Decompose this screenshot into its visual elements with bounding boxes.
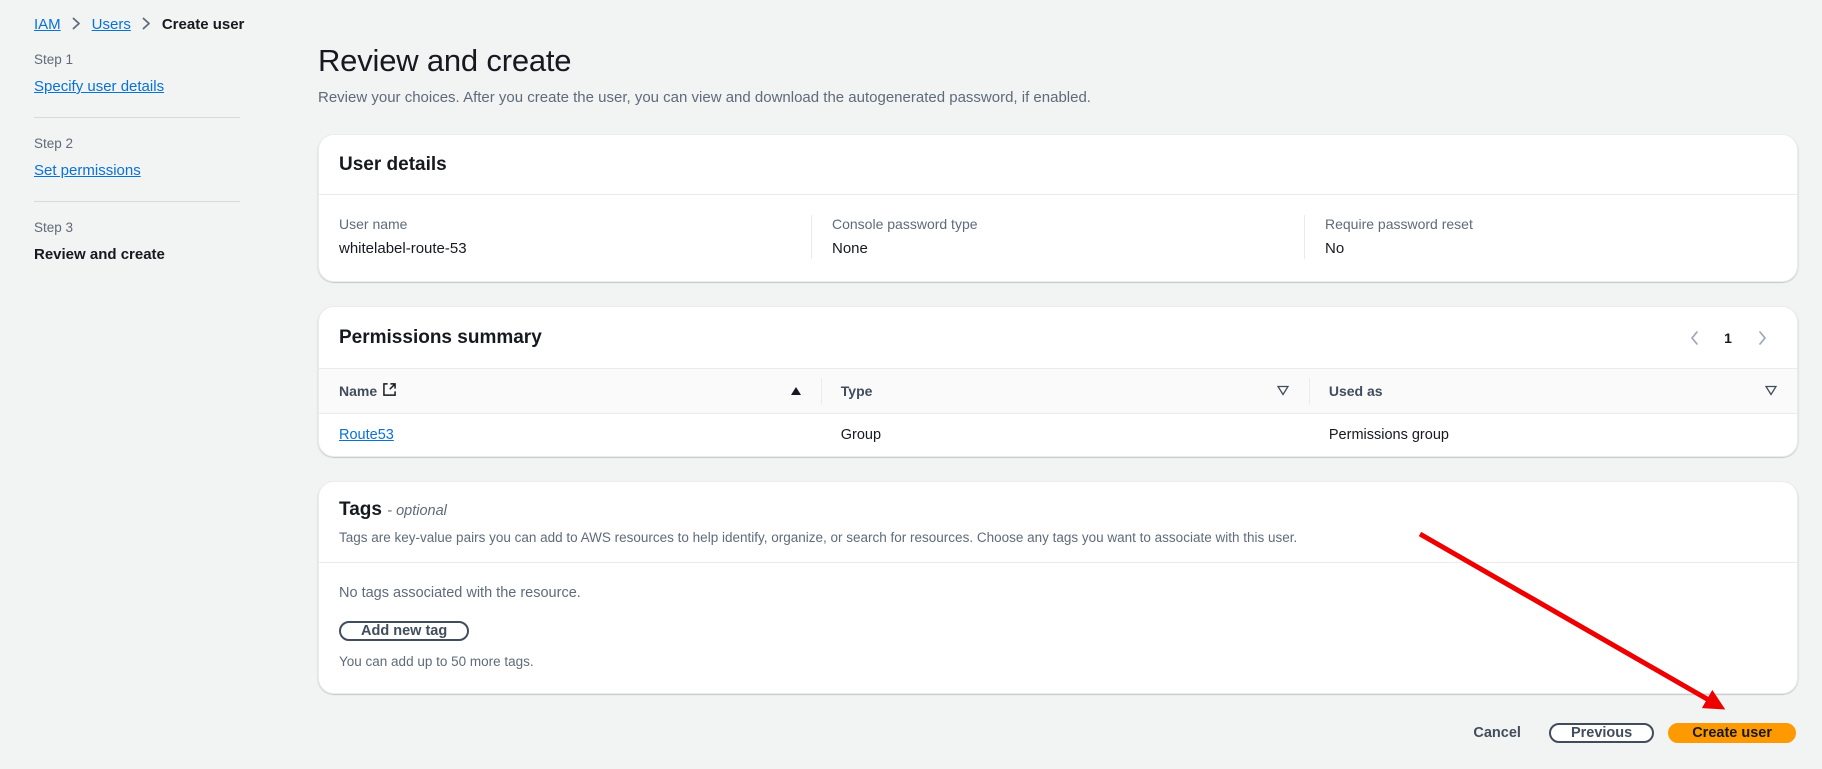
- page-description: Review your choices. After you create th…: [318, 89, 1091, 106]
- permissions-table-body: Route53 Group Permissions group: [319, 414, 1797, 457]
- tags-title-text: Tags: [339, 499, 382, 520]
- step-2: Step 2 Set permissions: [34, 136, 240, 181]
- permissions-summary-header: Permissions summary 1: [319, 307, 1797, 369]
- step-1: Step 1 Specify user details: [34, 52, 240, 97]
- table-row: Route53 Group Permissions group: [319, 414, 1797, 457]
- tags-description: Tags are key-value pairs you can add to …: [339, 530, 1298, 545]
- permissions-summary-title: Permissions summary: [339, 327, 542, 348]
- tags-title: Tags - optional: [339, 498, 1777, 523]
- step-1-number: Step 1: [34, 52, 74, 67]
- step-1-link[interactable]: Specify user details: [34, 77, 240, 97]
- permissions-table-head: Name Type Used as: [319, 369, 1797, 414]
- field-console-password-type: Console password type None: [811, 215, 1304, 259]
- table-pagination: 1: [1679, 323, 1777, 353]
- column-header-used-as-label: Used as: [1328, 383, 1383, 399]
- external-link-icon: [383, 383, 396, 399]
- table-header-row: Name Type Used as: [319, 369, 1797, 414]
- user-details-card: User details User name whitelabel-route-…: [318, 134, 1798, 282]
- step-navigation: Step 1 Specify user details Step 2 Set p…: [34, 52, 240, 265]
- tags-card: Tags - optional Tags are key-value pairs…: [318, 481, 1798, 694]
- column-header-type-label: Type: [840, 383, 873, 399]
- field-user-name: User name whitelabel-route-53: [319, 215, 811, 259]
- field-require-password-reset-label: Require password reset: [1325, 216, 1473, 232]
- sort-ascending-icon: [790, 387, 801, 395]
- permissions-table: Name Type Used as Route53 Group Permissi…: [319, 369, 1797, 456]
- user-details-grid: User name whitelabel-route-53 Console pa…: [319, 195, 1797, 281]
- field-require-password-reset-value: No: [1325, 240, 1345, 257]
- step-2-number: Step 2: [34, 136, 74, 151]
- field-user-name-value: whitelabel-route-53: [339, 240, 467, 257]
- chevron-left-icon[interactable]: [1679, 323, 1709, 353]
- sort-inactive-icon: [1276, 383, 1290, 399]
- column-header-type[interactable]: Type: [820, 369, 1309, 414]
- breadcrumb-separator-icon-2: [142, 17, 151, 30]
- breadcrumb-item-create-user: Create user: [161, 15, 245, 33]
- cell-used-as: Permissions group: [1328, 427, 1449, 443]
- permission-link-route53[interactable]: Route53: [339, 427, 394, 443]
- field-user-name-label: User name: [339, 216, 408, 232]
- column-header-name-label: Name: [339, 383, 378, 399]
- breadcrumb-item-iam[interactable]: IAM: [34, 16, 61, 33]
- user-details-header: User details: [319, 135, 1797, 195]
- previous-button[interactable]: Previous: [1548, 723, 1655, 743]
- cancel-button[interactable]: Cancel: [1459, 718, 1535, 748]
- field-require-password-reset: Require password reset No: [1304, 215, 1797, 259]
- breadcrumb: IAM Users Create user: [34, 14, 244, 34]
- page-title: Review and create: [318, 43, 572, 78]
- breadcrumb-item-users[interactable]: Users: [92, 16, 131, 33]
- step-3-label: Review and create: [34, 246, 165, 263]
- tags-hint: You can add up to 50 more tags.: [339, 654, 534, 669]
- step-3-number: Step 3: [34, 220, 74, 235]
- step-2-link[interactable]: Set permissions: [34, 161, 240, 181]
- chevron-right-icon[interactable]: [1747, 323, 1777, 353]
- column-header-used-as[interactable]: Used as: [1308, 369, 1797, 414]
- permissions-summary-card: Permissions summary 1 Name Type Used as …: [318, 306, 1798, 457]
- tags-optional-label: - optional: [387, 503, 447, 519]
- main-content: Review and create Review your choices. A…: [318, 42, 1798, 748]
- tags-header: Tags - optional Tags are key-value pairs…: [319, 482, 1797, 563]
- user-details-title: User details: [339, 154, 447, 175]
- create-user-button[interactable]: Create user: [1668, 723, 1796, 743]
- cell-name: Route53: [319, 414, 821, 457]
- step-divider-1: [34, 117, 240, 118]
- sort-inactive-icon-2: [1764, 383, 1778, 399]
- form-actions: Cancel Previous Create user: [318, 718, 1798, 748]
- add-new-tag-button[interactable]: Add new tag: [339, 621, 470, 641]
- breadcrumb-separator-icon: [72, 17, 81, 30]
- tags-empty-message: No tags associated with the resource.: [339, 585, 581, 601]
- column-header-name[interactable]: Name: [319, 369, 821, 414]
- step-3: Step 3 Review and create: [34, 220, 240, 265]
- pagination-page-1[interactable]: 1: [1715, 323, 1741, 353]
- field-console-password-type-label: Console password type: [832, 216, 978, 232]
- tags-body: No tags associated with the resource. Ad…: [319, 563, 1797, 693]
- field-console-password-type-value: None: [832, 240, 868, 257]
- step-divider-2: [34, 201, 240, 202]
- cell-type: Group: [840, 427, 882, 443]
